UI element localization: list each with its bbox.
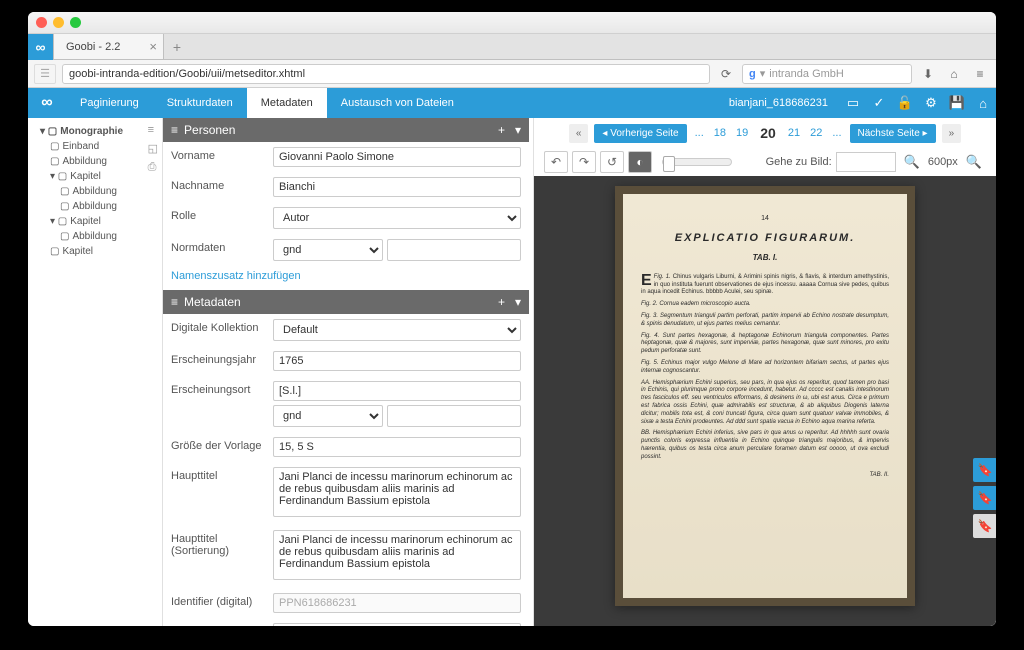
collapse-icon[interactable]: ≡ (171, 123, 178, 137)
rotate-right-icon[interactable]: ↷ (572, 151, 596, 173)
tree-item[interactable]: ▾ ▢ Kapitel (32, 169, 158, 184)
rolle-select[interactable]: Autor (273, 207, 521, 229)
settings-icon[interactable]: ⚙ (918, 95, 944, 111)
vorname-input[interactable] (273, 147, 521, 167)
tree-root[interactable]: ▾ ▢ Monographie (32, 124, 158, 139)
tree-print-icon[interactable]: ⎙ (148, 161, 158, 174)
next-page-button[interactable]: Nächste Seite ▸ (850, 124, 936, 143)
metadata-form: ≡Personen+▾ Vorname Nachname RolleAutor … (163, 118, 533, 626)
bookmark-3-icon[interactable]: 🔖 (973, 514, 996, 538)
idvorlage-input[interactable] (273, 623, 521, 626)
normdaten-select[interactable]: gnd (273, 239, 383, 261)
tree-hierarchy-icon[interactable]: ◱ (148, 142, 158, 155)
bookmark-2-icon[interactable]: 🔖 (973, 486, 996, 510)
jahr-input[interactable] (273, 351, 521, 371)
tree-menu-icon[interactable]: ≡ (148, 124, 158, 136)
close-window-button[interactable] (36, 17, 47, 28)
home-icon[interactable]: ⌂ (944, 64, 964, 84)
nav-austausch[interactable]: Austausch von Dateien (327, 88, 468, 118)
maximize-window-button[interactable] (70, 17, 81, 28)
current-page: 20 (756, 125, 780, 141)
page-view[interactable]: 14 EXPLICATIO FIGURARUM. TAB. I. Fig. 1.… (534, 176, 996, 626)
ort-norm-select[interactable]: gnd (273, 405, 383, 427)
url-input[interactable] (62, 64, 710, 84)
google-icon: g (749, 68, 756, 80)
normdaten-input[interactable] (387, 239, 521, 261)
app-navbar: ∞ Paginierung Strukturdaten Metadaten Au… (28, 88, 996, 118)
undo-icon[interactable]: ↺ (600, 151, 624, 173)
tree-item[interactable]: ▢ Abbildung (32, 229, 158, 244)
last-page-button[interactable]: » (942, 124, 962, 143)
zoom-slider[interactable] (662, 158, 732, 166)
browser-tabbar: ∞ Goobi - 2.2× + (28, 34, 996, 60)
menu-icon[interactable]: ≡ (970, 64, 990, 84)
tree-item[interactable]: ▾ ▢ Kapitel (32, 214, 158, 229)
tree-item[interactable]: ▢ Einband (32, 139, 158, 154)
page-link[interactable]: 22 (808, 127, 824, 139)
minimize-window-button[interactable] (53, 17, 64, 28)
tree-item[interactable]: ▢ Abbildung (32, 199, 158, 214)
groesse-input[interactable] (273, 437, 521, 457)
nav-metadaten[interactable]: Metadaten (247, 88, 327, 118)
iddigital-input (273, 593, 521, 613)
add-person-icon[interactable]: + (498, 123, 505, 137)
haupttitel-input[interactable]: Jani Planci de incessu marinorum echinor… (273, 467, 521, 517)
first-page-button[interactable]: « (569, 124, 589, 143)
tree-item[interactable]: ▢ Abbildung (32, 184, 158, 199)
structure-tree: ≡ ◱ ⎙ ▾ ▢ Monographie ▢ Einband ▢ Abbildun… (28, 118, 163, 626)
unlock-icon[interactable]: 🔓 (892, 95, 918, 111)
ort-norm-input[interactable] (387, 405, 521, 427)
reload-icon[interactable]: ⟳ (716, 64, 736, 84)
pager: « ◂ Vorherige Seite ... 18 19 20 21 22 .… (534, 118, 996, 148)
collapse-icon[interactable]: ≡ (171, 295, 178, 309)
scanned-page: 14 EXPLICATIO FIGURARUM. TAB. I. Fig. 1.… (615, 186, 915, 606)
save-icon[interactable]: 💾 (944, 95, 970, 111)
url-bar: ☰ ⟳ g▾intranda GmbH ⬇ ⌂ ≡ (28, 60, 996, 88)
page-link[interactable]: 18 (712, 127, 728, 139)
favicon: ∞ (28, 34, 54, 60)
viewer-toolbar: ↶ ↷ ↺ ◐ Gehe zu Bild: 🔍 600px 🔍 (534, 148, 996, 176)
zoom-out-icon[interactable]: 🔍 (900, 154, 924, 170)
panel-personen-header[interactable]: ≡Personen+▾ (163, 118, 529, 142)
bookmark-1-icon[interactable]: 🔖 (973, 458, 996, 482)
page-link[interactable]: 21 (786, 127, 802, 139)
browser-tab[interactable]: Goobi - 2.2× (54, 34, 164, 59)
contrast-icon[interactable]: ◐ (628, 151, 652, 173)
nav-paginierung[interactable]: Paginierung (66, 88, 153, 118)
prev-page-button[interactable]: ◂ Vorherige Seite (594, 124, 686, 143)
validate-icon[interactable]: ✓ (866, 95, 892, 111)
rotate-left-icon[interactable]: ↶ (544, 151, 568, 173)
add-namesuffix-link[interactable]: Namenszusatz hinzufügen (163, 266, 529, 290)
nachname-input[interactable] (273, 177, 521, 197)
page-info-icon[interactable]: ☰ (34, 64, 56, 84)
close-tab-icon[interactable]: × (149, 39, 157, 54)
download-icon[interactable]: ⬇ (918, 64, 938, 84)
browser-search-input[interactable]: g▾intranda GmbH (742, 64, 912, 84)
new-tab-button[interactable]: + (164, 34, 190, 59)
sortiertitel-input[interactable]: Jani Planci de incessu marinorum echinor… (273, 530, 521, 580)
page-link[interactable]: 19 (734, 127, 750, 139)
app-logo[interactable]: ∞ (28, 88, 66, 118)
window-titlebar (28, 12, 996, 34)
home-nav-icon[interactable]: ⌂ (970, 96, 996, 111)
nav-strukturdaten[interactable]: Strukturdaten (153, 88, 247, 118)
tree-item[interactable]: ▢ Kapitel (32, 244, 158, 259)
zoom-in-icon[interactable]: 🔍 (962, 154, 986, 170)
panel-metadaten-header[interactable]: ≡Metadaten+▾ (163, 290, 529, 314)
goto-input[interactable] (836, 152, 896, 172)
ort-input[interactable] (273, 381, 521, 401)
image-viewer: « ◂ Vorherige Seite ... 18 19 20 21 22 .… (533, 118, 996, 626)
digkol-select[interactable]: Default (273, 319, 521, 341)
tree-item[interactable]: ▢ Abbildung (32, 154, 158, 169)
images-icon[interactable]: ▭ (840, 95, 866, 111)
user-label: bianjani_618686231 (717, 88, 840, 118)
add-metadata-icon[interactable]: + (498, 295, 505, 309)
